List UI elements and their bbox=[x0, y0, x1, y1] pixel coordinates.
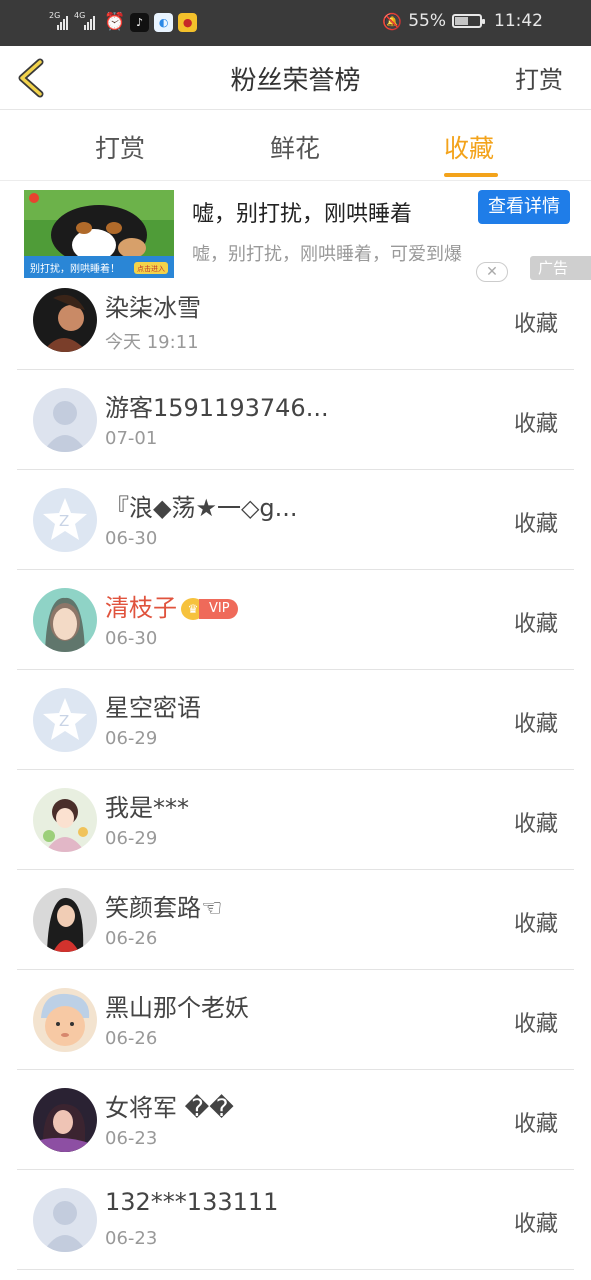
fan-action: 收藏 bbox=[513, 1212, 558, 1237]
status-right: 🔕 55% 11:42 bbox=[382, 11, 543, 31]
fan-action: 收藏 bbox=[513, 812, 558, 837]
app-icon: ◐ bbox=[154, 12, 174, 32]
avatar[interactable]: Z bbox=[33, 688, 97, 752]
list-item[interactable]: Z 星空密语 06-29 收藏 bbox=[17, 670, 574, 770]
avatar[interactable] bbox=[33, 1188, 97, 1252]
signal-icon: 4G bbox=[74, 11, 99, 30]
fan-name: 女将军 �� bbox=[105, 1094, 234, 1122]
network-type-label: 2G bbox=[49, 11, 61, 20]
fan-date: 06-26 bbox=[105, 1028, 158, 1049]
ad-image[interactable]: 别打扰，刚哄睡着！ 点击进入 bbox=[24, 190, 174, 278]
top-bar: 粉丝荣誉榜 打赏 bbox=[0, 46, 591, 110]
default-z-icon: Z bbox=[33, 688, 97, 752]
list-item[interactable]: 笑颜套路☜ 06-26 收藏 bbox=[17, 870, 574, 970]
fan-name: 染柒冰雪 bbox=[105, 294, 201, 322]
fan-date: 07-01 bbox=[105, 428, 158, 449]
signal-icon: 2G bbox=[49, 11, 70, 30]
ad-title[interactable]: 嘘，别打扰，刚哄睡着 bbox=[192, 196, 412, 228]
fan-name: 游客1591193746... bbox=[105, 394, 329, 422]
fan-date: 06-29 bbox=[105, 828, 158, 849]
fan-action: 收藏 bbox=[513, 1012, 558, 1037]
active-tab-indicator bbox=[444, 173, 498, 177]
fan-name: 我是*** bbox=[105, 794, 189, 822]
list-item[interactable]: 清枝子 ♛ VIP 06-30 收藏 bbox=[17, 570, 574, 670]
tiktok-icon: ♪ bbox=[130, 12, 150, 32]
tab-flowers[interactable]: 鲜花 bbox=[270, 129, 320, 165]
list-item[interactable]: 黑山那个老妖 06-26 收藏 bbox=[17, 970, 574, 1070]
fan-date: 06-30 bbox=[105, 628, 158, 649]
fan-action: 收藏 bbox=[513, 1112, 558, 1137]
fan-action: 收藏 bbox=[513, 612, 558, 637]
fan-date: 今天 19:11 bbox=[105, 332, 199, 353]
ad-description: 嘘，别打扰，刚哄睡着，可爱到爆 bbox=[192, 244, 462, 265]
ad-details-button[interactable]: 查看详情 bbox=[478, 190, 570, 224]
mute-icon: 🔕 bbox=[382, 11, 403, 31]
fan-name: 132***133111 bbox=[105, 1188, 279, 1216]
game-icon: ● bbox=[178, 12, 198, 32]
fan-name: 清枝子 ♛ VIP bbox=[105, 588, 238, 623]
fan-date: 06-29 bbox=[105, 728, 158, 749]
fan-date: 06-23 bbox=[105, 1128, 158, 1149]
avatar[interactable] bbox=[33, 588, 97, 652]
list-item[interactable]: 游客1591193746... 07-01 收藏 bbox=[17, 370, 574, 470]
svg-text:Z: Z bbox=[59, 712, 69, 730]
fan-date: 06-30 bbox=[105, 528, 158, 549]
fan-name: 黑山那个老妖 bbox=[105, 994, 249, 1022]
fan-action: 收藏 bbox=[513, 912, 558, 937]
reward-button[interactable]: 打赏 bbox=[515, 60, 563, 95]
tab-bar: 打赏 鲜花 收藏 bbox=[0, 111, 591, 181]
vip-badge: VIP bbox=[199, 599, 238, 619]
fan-name-text: 清枝子 bbox=[105, 594, 177, 622]
fan-action: 收藏 bbox=[513, 712, 558, 737]
avatar[interactable] bbox=[33, 388, 97, 452]
avatar[interactable] bbox=[33, 988, 97, 1052]
list-item[interactable]: 我是*** 06-29 收藏 bbox=[17, 770, 574, 870]
avatar[interactable] bbox=[33, 788, 97, 852]
avatar[interactable] bbox=[33, 288, 97, 352]
alarm-icon: ⏰ bbox=[104, 12, 126, 32]
avatar[interactable] bbox=[33, 888, 97, 952]
battery-icon bbox=[452, 14, 485, 28]
list-item[interactable]: 女将军 �� 06-23 收藏 bbox=[17, 1070, 574, 1170]
avatar[interactable]: Z bbox=[33, 488, 97, 552]
fan-action: 收藏 bbox=[513, 412, 558, 437]
list-item[interactable]: 染柒冰雪 今天 19:11 收藏 bbox=[17, 270, 574, 370]
fan-action: 收藏 bbox=[513, 312, 558, 337]
fan-name: 『浪◆荡★一◇g... bbox=[105, 494, 298, 522]
fan-name: 星空密语 bbox=[105, 694, 201, 722]
default-user-icon bbox=[33, 1188, 97, 1252]
fan-name: 笑颜套路☜ bbox=[105, 894, 223, 922]
default-user-icon bbox=[33, 388, 97, 452]
tab-reward[interactable]: 打赏 bbox=[95, 129, 145, 165]
svg-text:Z: Z bbox=[59, 512, 69, 530]
status-left: 2G 4G ⏰ ♪ ◐ ● bbox=[49, 11, 198, 32]
fan-action: 收藏 bbox=[513, 512, 558, 537]
clock: 11:42 bbox=[494, 11, 543, 31]
fan-date: 06-23 bbox=[105, 1228, 158, 1249]
avatar[interactable] bbox=[33, 1088, 97, 1152]
fan-date: 06-26 bbox=[105, 928, 158, 949]
battery-percent: 55% bbox=[408, 11, 446, 31]
fan-list: 染柒冰雪 今天 19:11 收藏 游客1591193746... 07-01 收… bbox=[0, 270, 591, 1270]
tab-favorites[interactable]: 收藏 bbox=[444, 129, 494, 165]
status-bar: 2G 4G ⏰ ♪ ◐ ● 🔕 55% 11:42 bbox=[0, 0, 591, 46]
network-type-label: 4G bbox=[74, 11, 86, 20]
page-title: 粉丝荣誉榜 bbox=[230, 66, 361, 96]
default-z-icon: Z bbox=[33, 488, 97, 552]
list-item[interactable]: Z 『浪◆荡★一◇g... 06-30 收藏 bbox=[17, 470, 574, 570]
list-item[interactable]: 132***133111 06-23 收藏 bbox=[17, 1170, 574, 1270]
